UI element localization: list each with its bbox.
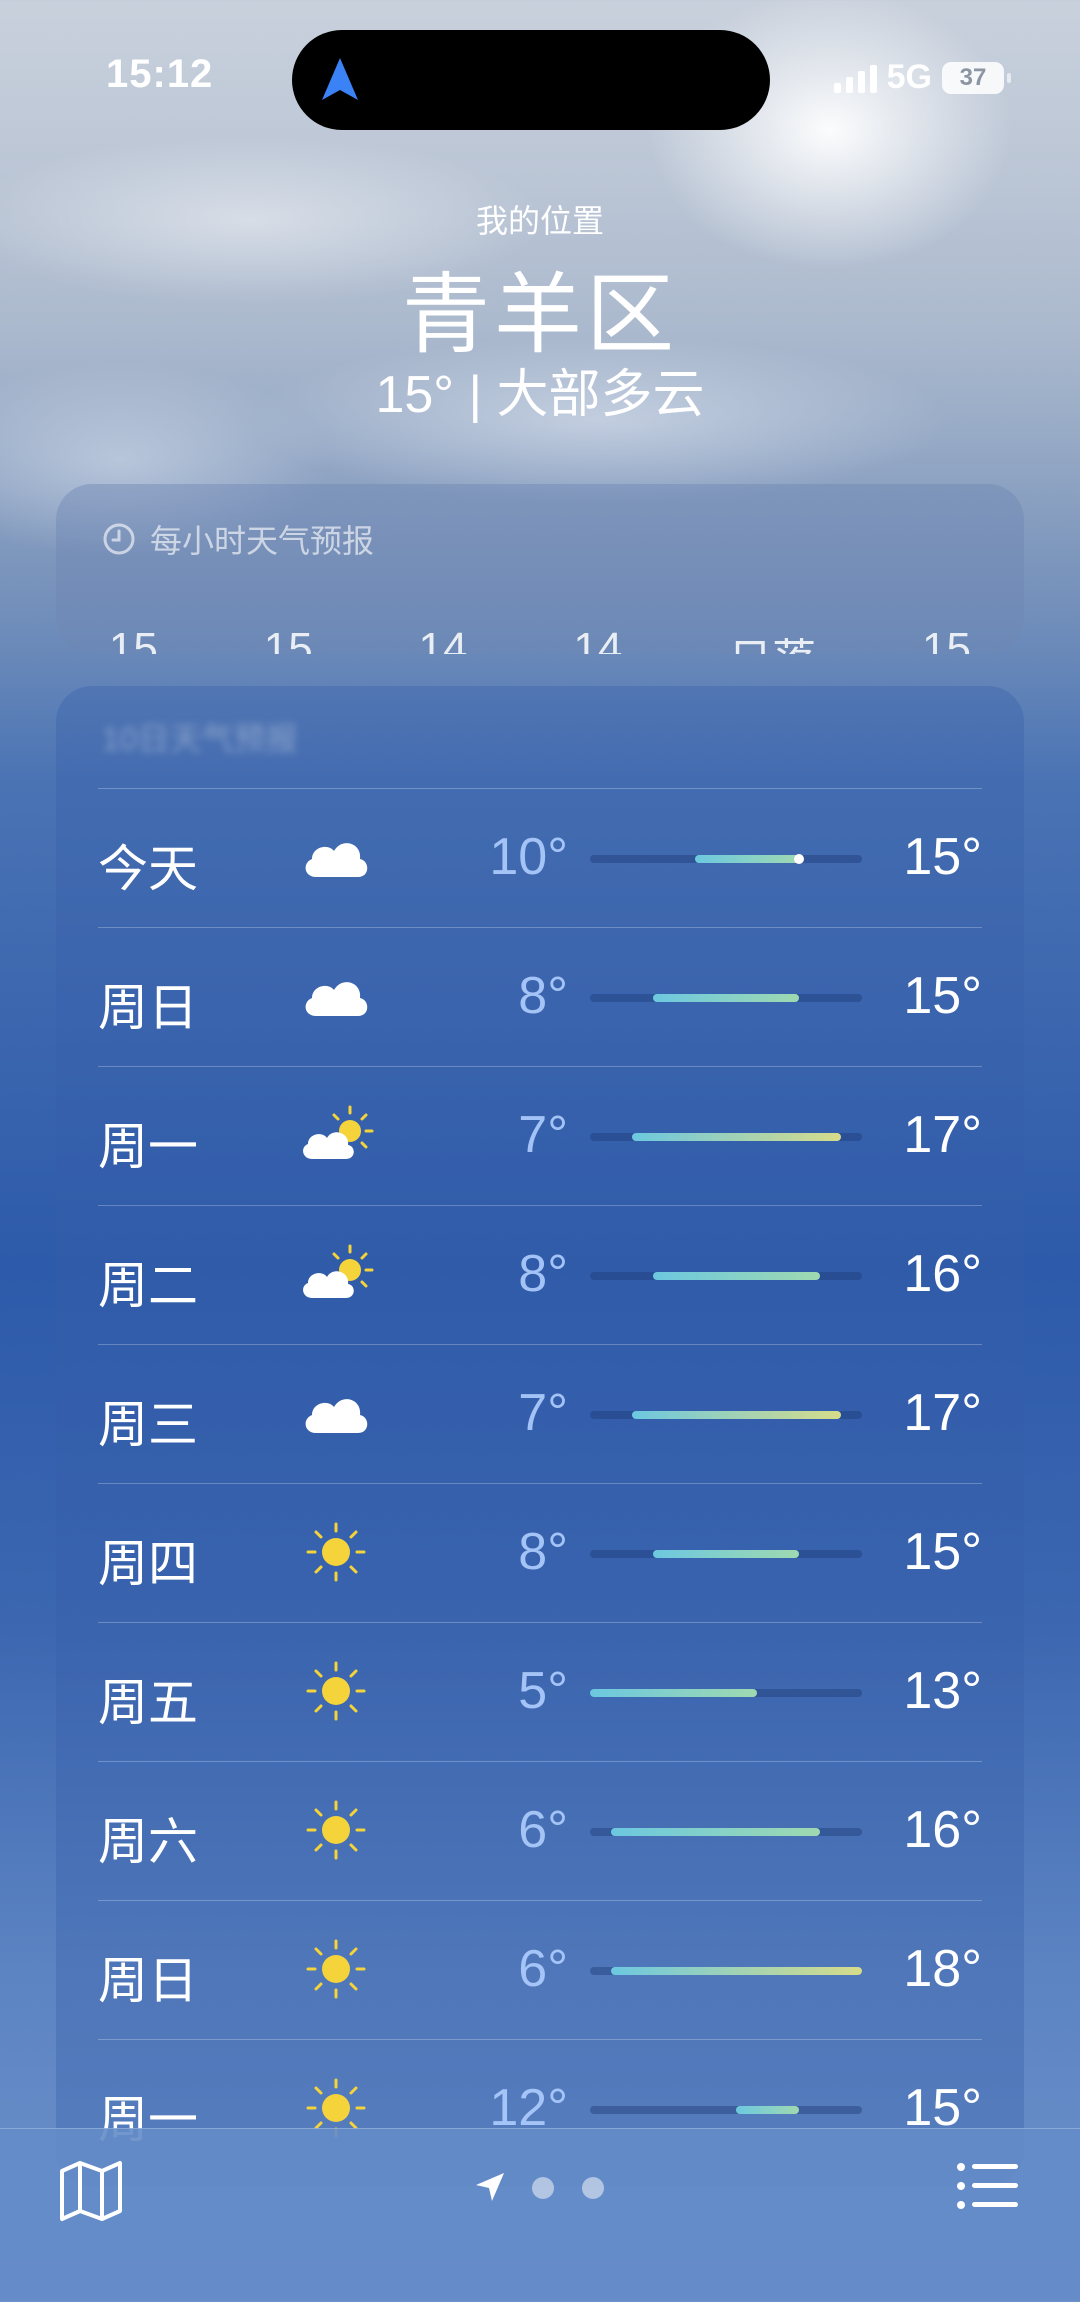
low-temp: 8°: [518, 1523, 568, 1581]
high-temp: 16°: [903, 1801, 982, 1859]
page-dot[interactable]: [532, 2177, 554, 2199]
day-label: 周二: [98, 1258, 198, 1314]
hourly-list[interactable]: 15 15 14 14 日落 15: [56, 624, 1024, 654]
day-label: 周三: [98, 1397, 198, 1453]
day-label: 周四: [98, 1536, 198, 1592]
low-temp: 5°: [518, 1662, 568, 1720]
low-temp: 8°: [518, 1245, 568, 1303]
temp-range-bar: [590, 1272, 862, 1280]
temp-range-bar: [590, 1411, 862, 1419]
sun-icon: [298, 1937, 374, 2001]
temp-range-fill: [632, 1133, 841, 1141]
day-label: 周五: [98, 1675, 198, 1731]
page-dot[interactable]: [582, 2177, 604, 2199]
hour-item: 15: [922, 624, 971, 654]
temp-range-fill: [653, 1550, 799, 1558]
high-temp: 15°: [903, 828, 982, 886]
forecast-row[interactable]: 周日 6° 18°: [98, 1900, 982, 2039]
daily-forecast-title: 10日天气预报: [102, 721, 298, 757]
forecast-row[interactable]: 周日 8° 15°: [98, 927, 982, 1066]
daily-forecast-list[interactable]: 今天 10° 15° 周日 8° 15° 周一 7° 17° 周二 8° 16° 周三 7° 17° 周四 8°…: [98, 788, 982, 2178]
sun-icon: [298, 1520, 374, 1584]
day-label: 周日: [98, 1953, 198, 2009]
low-temp: 7°: [518, 1384, 568, 1442]
battery-level: 37: [959, 63, 987, 91]
hourly-forecast-card[interactable]: 每小时天气预报 15 15 14 14 日落 15: [56, 484, 1024, 654]
current-location-icon[interactable]: [474, 2171, 506, 2203]
temp-range-fill: [611, 1828, 820, 1836]
location-label: 我的位置: [475, 203, 604, 239]
cloud-icon: [298, 964, 374, 1028]
low-temp: 6°: [518, 1940, 568, 1998]
temp-range-bar: [590, 1133, 862, 1141]
temp-range-fill: [736, 2106, 799, 2114]
low-temp: 10°: [489, 828, 568, 886]
day-label: 周一: [98, 1119, 198, 1175]
day-label: 周六: [98, 1814, 198, 1870]
temp-range-bar: [590, 2106, 862, 2114]
hourly-forecast-header: 每小时天气预报: [102, 516, 374, 562]
dynamic-island: [292, 30, 770, 130]
temp-range-fill: [590, 1689, 757, 1697]
temp-range-bar: [590, 1550, 862, 1558]
high-temp: 15°: [903, 967, 982, 1025]
weather-summary: 15° | 大部多云: [375, 366, 705, 424]
forecast-row[interactable]: 周四 8° 15°: [98, 1483, 982, 1622]
forecast-row[interactable]: 周一 7° 17°: [98, 1066, 982, 1205]
temp-range-fill: [632, 1411, 841, 1419]
high-temp: 17°: [903, 1106, 982, 1164]
daily-forecast-card[interactable]: 10日天气预报 今天 10° 15° 周日 8° 15° 周一 7° 17° 周二 8° 16° 周三 7…: [56, 686, 1024, 2186]
hourly-forecast-title: 每小时天气预报: [150, 523, 375, 559]
hour-item: 14: [573, 624, 623, 654]
current-temp-dot: [794, 854, 804, 864]
low-temp: 8°: [518, 967, 568, 1025]
location-arrow-icon: [322, 58, 358, 100]
day-label: 今天: [98, 841, 198, 897]
temp-range-bar: [590, 1828, 862, 1836]
status-time: 15:12: [106, 52, 214, 96]
sun-icon: [298, 1798, 374, 1862]
temp-range-bar: [590, 1689, 862, 1697]
high-temp: 18°: [903, 1940, 982, 1998]
day-label: 周日: [98, 980, 198, 1036]
clock-icon: [103, 523, 135, 555]
low-temp: 7°: [518, 1106, 568, 1164]
hour-item: 14: [418, 624, 468, 654]
sun-icon: [298, 1659, 374, 1723]
hour-item: 日落: [728, 624, 816, 654]
forecast-row[interactable]: 周三 7° 17°: [98, 1344, 982, 1483]
temp-range-fill: [653, 994, 799, 1002]
battery-icon: 37: [942, 61, 1011, 94]
forecast-row[interactable]: 今天 10° 15°: [98, 788, 982, 927]
forecast-row[interactable]: 周二 8° 16°: [98, 1205, 982, 1344]
signal-icon: [833, 63, 877, 93]
map-icon[interactable]: [58, 2159, 124, 2223]
partly-sunny-icon: [298, 1242, 374, 1306]
low-temp: 6°: [518, 1801, 568, 1859]
list-icon[interactable]: [956, 2161, 1020, 2211]
forecast-row[interactable]: 周五 5° 13°: [98, 1622, 982, 1761]
high-temp: 17°: [903, 1384, 982, 1442]
cloud-icon: [298, 1381, 374, 1445]
hour-item: 15: [263, 624, 313, 654]
temp-range-fill: [695, 855, 800, 863]
status-indicators: 5G 37: [833, 58, 1011, 97]
high-temp: 13°: [903, 1662, 982, 1720]
high-temp: 15°: [903, 1523, 982, 1581]
cloud-icon: [298, 825, 374, 889]
temp-range-fill: [611, 1967, 862, 1975]
partly-sunny-icon: [298, 1103, 374, 1167]
network-type: 5G: [886, 58, 932, 96]
temp-range-fill: [653, 1272, 820, 1280]
temp-range-bar: [590, 994, 862, 1002]
temp-range-bar: [590, 1967, 862, 1975]
temp-range-bar: [590, 854, 862, 864]
bottom-toolbar: [0, 2128, 1080, 2302]
forecast-row[interactable]: 周六 6° 16°: [98, 1761, 982, 1900]
hour-item: 15: [108, 624, 158, 654]
high-temp: 16°: [903, 1245, 982, 1303]
